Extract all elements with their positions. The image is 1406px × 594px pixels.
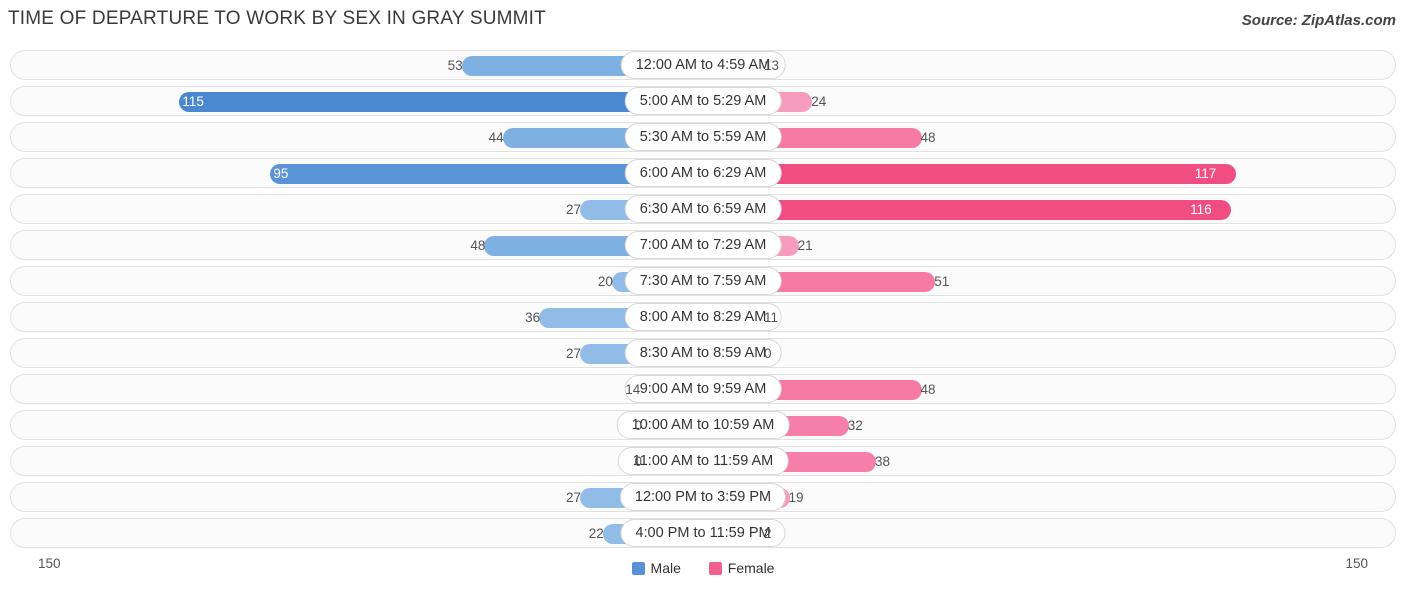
value-label-male: 0 <box>634 454 642 469</box>
value-label-female: 117 <box>1194 166 1217 181</box>
value-label-female: 19 <box>788 490 804 505</box>
source-label: Source: ZipAtlas.com <box>1241 12 1396 29</box>
category-label: 5:30 AM to 5:59 AM <box>624 123 782 151</box>
value-label-male: 44 <box>488 130 504 145</box>
chart-row: 0 38 11:00 AM to 11:59 AM <box>10 446 1396 476</box>
chart-rows: 53 13 12:00 AM to 4:59 AM 115 24 5:00 AM to 5… <box>10 50 1396 554</box>
value-label-female: 13 <box>764 58 780 73</box>
category-label: 4:00 PM to 11:59 PM <box>620 519 786 547</box>
category-label: 11:00 AM to 11:59 AM <box>617 447 789 475</box>
value-label-male: 20 <box>597 274 613 289</box>
legend-item-female[interactable]: Female <box>708 560 775 576</box>
value-label-male: 27 <box>566 490 582 505</box>
category-label: 7:00 AM to 7:29 AM <box>624 231 782 259</box>
chart-row: 0 32 10:00 AM to 10:59 AM <box>10 410 1396 440</box>
value-label-female: 38 <box>875 454 891 469</box>
legend-item-male[interactable]: Male <box>631 560 681 576</box>
legend-swatch-female <box>708 562 722 575</box>
legend-label-female: Female <box>727 560 775 576</box>
value-label-male: 27 <box>566 202 582 217</box>
chart-row: 53 13 12:00 AM to 4:59 AM <box>10 50 1396 80</box>
chart-row: 27 19 12:00 PM to 3:59 PM <box>10 482 1396 512</box>
chart-row: 20 51 7:30 AM to 7:59 AM <box>10 266 1396 296</box>
value-label-female: 11 <box>764 310 779 325</box>
chart-row: 95 117 6:00 AM to 6:29 AM <box>10 158 1396 188</box>
chart-legend: Male Female <box>0 560 1406 576</box>
value-label-male: 0 <box>634 418 642 433</box>
value-label-female: 2 <box>764 526 772 541</box>
chart-row: 44 48 5:30 AM to 5:59 AM <box>10 122 1396 152</box>
category-label: 9:00 AM to 9:59 AM <box>624 375 782 403</box>
chart-row: 27 116 6:30 AM to 6:59 AM <box>10 194 1396 224</box>
value-label-female: 24 <box>811 94 827 109</box>
bar-female[interactable] <box>703 164 1236 184</box>
legend-label-male: Male <box>650 560 681 576</box>
chart-row: 36 11 8:00 AM to 8:29 AM <box>10 302 1396 332</box>
value-label-female: 116 <box>1190 202 1212 217</box>
category-label: 6:00 AM to 6:29 AM <box>624 159 782 187</box>
category-label: 10:00 AM to 10:59 AM <box>616 411 790 439</box>
value-label-male: 14 <box>625 382 641 397</box>
value-label-male: 48 <box>470 238 486 253</box>
value-label-female: 48 <box>920 382 936 397</box>
value-label-male: 22 <box>588 526 604 541</box>
bar-female[interactable] <box>703 200 1232 220</box>
chart-row: 115 24 5:00 AM to 5:29 AM <box>10 86 1396 116</box>
value-label-male: 27 <box>566 346 582 361</box>
value-label-male: 95 <box>273 166 289 181</box>
legend-swatch-male <box>631 562 645 575</box>
value-label-female: 48 <box>920 130 936 145</box>
value-label-male: 36 <box>525 310 541 325</box>
value-label-female: 0 <box>764 346 772 361</box>
chart-row: 14 48 9:00 AM to 9:59 AM <box>10 374 1396 404</box>
value-label-male: 53 <box>447 58 463 73</box>
chart-row: 22 2 4:00 PM to 11:59 PM <box>10 518 1396 548</box>
category-label: 12:00 AM to 4:59 AM <box>620 51 786 79</box>
category-label: 6:30 AM to 6:59 AM <box>624 195 782 223</box>
chart-row: 48 21 7:00 AM to 7:29 AM <box>10 230 1396 260</box>
page-title: TIME OF DEPARTURE TO WORK BY SEX IN GRAY… <box>8 8 546 29</box>
category-label: 7:30 AM to 7:59 AM <box>624 267 782 295</box>
value-label-female: 32 <box>847 418 863 433</box>
value-label-female: 51 <box>934 274 950 289</box>
category-label: 8:30 AM to 8:59 AM <box>624 339 782 367</box>
chart-row: 27 0 8:30 AM to 8:59 AM <box>10 338 1396 368</box>
value-label-female: 21 <box>797 238 813 253</box>
category-label: 12:00 PM to 3:59 PM <box>619 483 787 511</box>
category-label: 8:00 AM to 8:29 AM <box>624 303 782 331</box>
category-label: 5:00 AM to 5:29 AM <box>624 87 782 115</box>
value-label-male: 115 <box>182 94 204 109</box>
